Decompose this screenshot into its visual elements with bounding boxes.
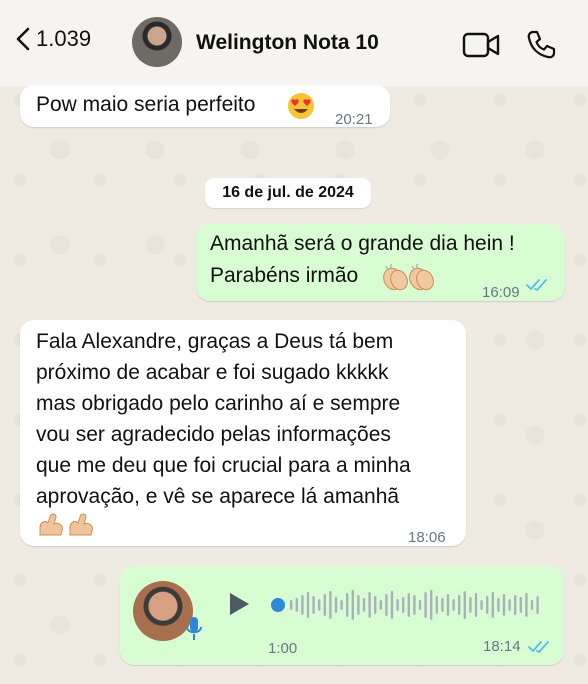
waveform-bar (452, 599, 455, 611)
waveform-bar (396, 599, 399, 611)
waveform-bar (536, 596, 539, 614)
waveform-bar (424, 592, 427, 618)
waveform-bar (491, 592, 494, 618)
waveform-bar (368, 592, 371, 618)
waveform-bar (519, 597, 522, 613)
waveform-bar (318, 599, 321, 611)
waveform-bar (390, 591, 394, 619)
waveform-bar (480, 600, 483, 610)
waveform-bar (301, 595, 304, 615)
waveform-bar (306, 592, 310, 618)
message-text-line: aprovação, e vê se aparece lá amanhã (36, 485, 400, 508)
waveform-bar (329, 591, 332, 619)
waveform-bar (508, 599, 511, 611)
waveform-bar (486, 596, 489, 614)
playback-scrubber[interactable] (271, 598, 285, 612)
message-text-line: que me deu que foi crucial para a minha (36, 454, 411, 477)
waveform-bar (418, 600, 422, 610)
play-icon[interactable] (226, 590, 252, 618)
unread-count: 1.039 (36, 26, 92, 51)
waveform-bar (295, 598, 298, 612)
waveform-bar (340, 600, 343, 610)
read-receipt-icon (528, 641, 549, 653)
waveform-bar (458, 595, 461, 615)
message-time: 18:06 (408, 529, 446, 546)
message-time: 16:09 (482, 284, 520, 301)
waveform-bar (362, 598, 366, 612)
waveform-bar (323, 594, 326, 616)
message-text-line: Fala Alexandre, graças a Deus tá bem (36, 330, 394, 353)
message-bubble-incoming[interactable]: Fala Alexandre, graças a Deus tá bem pró… (20, 320, 466, 546)
waveform-bar (514, 595, 517, 615)
read-receipt-icon (526, 279, 547, 291)
waveform-bar (474, 593, 478, 617)
waveform-bar (312, 596, 315, 614)
video-call-icon[interactable] (462, 31, 500, 59)
waveform-bar (346, 593, 349, 617)
waveform-bar (385, 594, 388, 616)
contact-name[interactable]: Welington Nota 10 (196, 31, 379, 55)
microphone-icon (186, 617, 202, 640)
waveform-bar (497, 598, 500, 612)
avatar[interactable] (132, 17, 182, 67)
waveform-bar (402, 597, 405, 613)
audio-waveform[interactable] (268, 588, 546, 622)
message-bubble-incoming[interactable]: Pow maio seria perfeito 20:21 (20, 85, 390, 128)
waveform-bar (469, 597, 472, 613)
waveform-bar (430, 590, 433, 620)
chevron-left-icon (16, 27, 30, 51)
waveform-bar (435, 596, 438, 614)
sender-avatar (133, 581, 193, 641)
waveform-bar (290, 600, 293, 610)
waveform-bar (379, 600, 382, 610)
waveform-bar (525, 593, 528, 617)
waveform-bar (530, 600, 534, 610)
waveform-bar (334, 597, 338, 613)
message-bubble-outgoing[interactable]: Amanhã será o grande dia hein ! Parabéns… (196, 224, 565, 301)
message-text-line: mas obrigado pelo carinho aí e sempre (36, 392, 401, 415)
date-separator-text: 16 de jul. de 2024 (222, 184, 354, 201)
message-text-line: vou ser agradecido pelas informações (36, 423, 391, 446)
waveform-bar (463, 591, 466, 619)
waveform-bar (351, 590, 354, 620)
message-text-line: Amanhã será o grande dia hein ! (210, 232, 515, 255)
clapping-hands-emoji-icon (383, 264, 434, 291)
waveform-bar (357, 595, 360, 615)
heart-eyes-emoji-icon (288, 93, 314, 119)
waveform-bar (441, 598, 444, 612)
message-text-line: próximo de acabar e foi sugado kkkkk (36, 361, 389, 384)
message-time: 20:21 (335, 111, 373, 128)
back-button[interactable]: 1.039 (14, 26, 91, 52)
waveform-bar (374, 596, 377, 614)
waveform-bar (413, 595, 416, 615)
voice-duration: 1:00 (268, 640, 298, 657)
phone-icon[interactable] (526, 30, 556, 60)
waveform-bar (446, 594, 450, 616)
waveform-bar (407, 593, 410, 617)
flexed-biceps-emoji-icon (39, 513, 93, 536)
chat-header: 1.039 Welington Nota 10 (0, 0, 588, 86)
waveform-bar (502, 594, 506, 616)
message-text: Pow maio seria perfeito (36, 93, 256, 116)
message-time: 18:14 (483, 638, 521, 655)
date-separator: 16 de jul. de 2024 (205, 178, 371, 208)
message-text-line: Parabéns irmão (210, 264, 359, 287)
